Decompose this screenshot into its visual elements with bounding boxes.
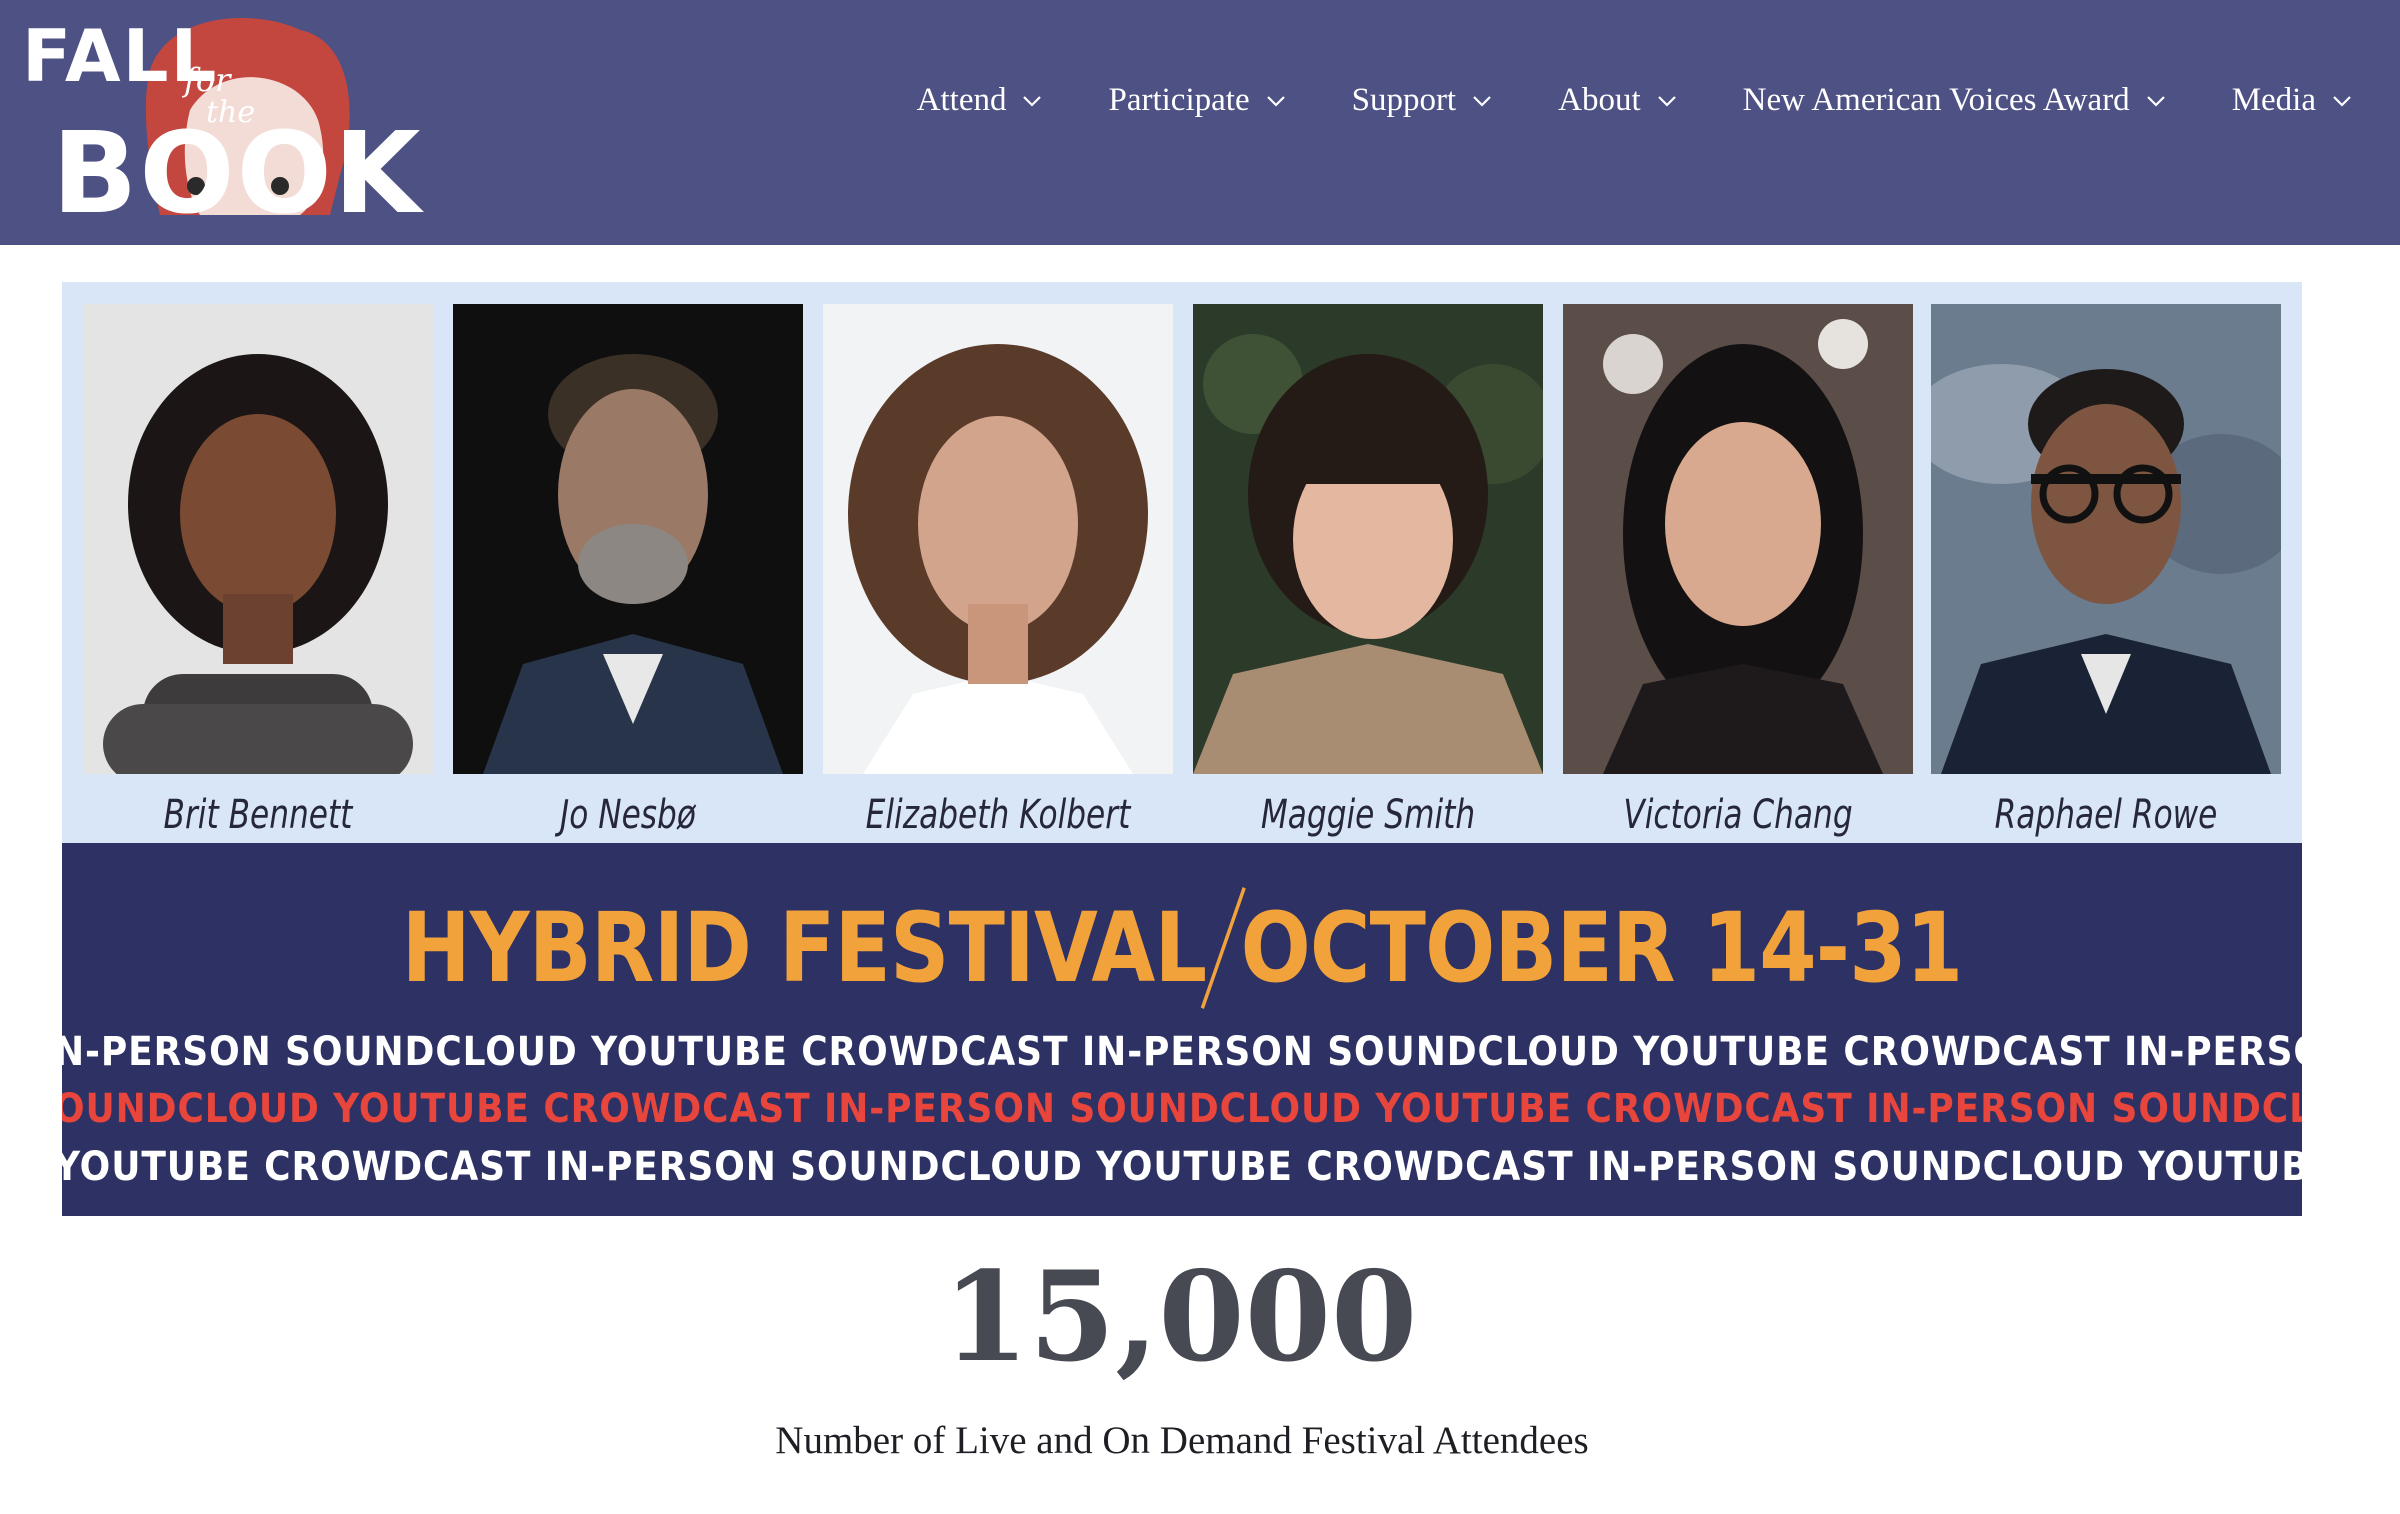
author-name-victoria-chang: Victoria Chang <box>1623 792 1853 838</box>
author-portrait-brit-bennett <box>83 304 433 774</box>
festival-title-left: HYBRID FESTIVAL <box>401 892 1207 1004</box>
attendee-count: 15,000 <box>942 1245 1418 1390</box>
author-name-brit-bennett: Brit Bennett <box>163 792 353 838</box>
author-name-raphael-rowe: Raphael Rowe <box>1994 792 2218 838</box>
nav-participate-label: Participate <box>1108 82 1250 118</box>
portrait-image <box>1931 304 2281 774</box>
nav-about-label: About <box>1558 82 1641 118</box>
festival-title-right: OCTOBER 14-31 <box>1240 892 1964 1004</box>
nav-participate[interactable]: Participate <box>1108 82 1285 119</box>
nav-new-american-voices-award-label: New American Voices Award <box>1742 82 2130 118</box>
chevron-down-icon <box>1266 95 1285 107</box>
chevron-down-icon <box>2146 95 2165 107</box>
site-header: FALL for the BOOK Attend Participate Sup… <box>0 0 2400 245</box>
author-portrait-elizabeth-kolbert <box>823 304 1173 774</box>
nav-media-label: Media <box>2231 82 2316 118</box>
platform-marquee-row-3: YOUTUBE CROWDCAST IN-PERSON SOUNDCLOUD Y… <box>62 1144 2302 1190</box>
nav-media[interactable]: Media <box>2232 82 2352 119</box>
nav-support[interactable]: Support <box>1352 82 1493 119</box>
portrait-image <box>823 304 1173 774</box>
logo-for-text: for <box>184 61 231 99</box>
portrait-image <box>1563 304 1913 774</box>
chevron-down-icon <box>2333 95 2351 107</box>
platform-marquee-row-2: OUNDCLOUD YOUTUBE CROWDCAST IN-PERSON SO… <box>62 1086 2302 1132</box>
author-name-maggie-smith: Maggie Smith <box>1260 792 1476 838</box>
author-portrait-maggie-smith <box>1193 304 1543 774</box>
author-portrait-jo-nesbo <box>453 304 803 774</box>
nav-attend[interactable]: Attend <box>917 82 1043 119</box>
fall-for-the-book-logo[interactable]: FALL for the BOOK <box>0 0 450 239</box>
festival-title: HYBRID FESTIVAL OCTOBER 14-31 <box>219 883 2145 1013</box>
author-name-jo-nesbo: Jo Nesbø <box>560 792 696 838</box>
chevron-down-icon <box>1023 95 1042 107</box>
nav-attend-label: Attend <box>916 82 1007 118</box>
author-portrait-victoria-chang <box>1563 304 1913 774</box>
nav-about[interactable]: About <box>1558 82 1677 119</box>
main-nav: Attend Participate Support About New Ame… <box>917 82 2352 119</box>
logo-book-text: BOOK <box>52 109 423 239</box>
chevron-down-icon <box>1657 95 1676 107</box>
author-portrait-raphael-rowe <box>1931 304 2281 774</box>
author-name-elizabeth-kolbert: Elizabeth Kolbert <box>865 792 1131 838</box>
portrait-image <box>1193 304 1543 774</box>
portrait-image <box>453 304 803 774</box>
attendee-count-label: Number of Live and On Demand Festival At… <box>775 1419 1589 1462</box>
festival-info-band: HYBRID FESTIVAL OCTOBER 14-31 N-PERSON S… <box>62 843 2302 1216</box>
platform-marquee-row-1: N-PERSON SOUNDCLOUD YOUTUBE CROWDCAST IN… <box>62 1029 2302 1075</box>
festival-banner[interactable]: Brit Bennett Jo Nesbø Elizabeth Kolbert <box>62 282 2302 1216</box>
slash-divider <box>1200 886 1246 1010</box>
portrait-image <box>83 304 433 774</box>
nav-new-american-voices-award[interactable]: New American Voices Award <box>1743 82 2166 119</box>
chevron-down-icon <box>1473 95 1491 107</box>
nav-support-label: Support <box>1351 82 1457 118</box>
